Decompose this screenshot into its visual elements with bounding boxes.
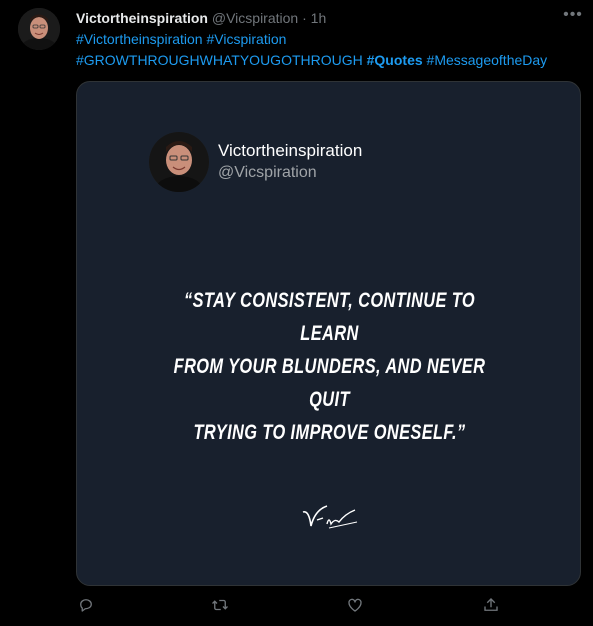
card-avatar <box>149 132 209 192</box>
share-icon[interactable] <box>482 596 502 616</box>
hashtag-link[interactable]: #MessageoftheDay <box>427 52 548 68</box>
author-handle[interactable]: @Vicspiration <box>212 10 298 26</box>
hashtag-link[interactable]: #GROWTHROUGHWHATYOUGOTHROUGH <box>76 52 363 68</box>
card-handle: @Vicspiration <box>218 164 317 181</box>
tweet-image[interactable]: Victortheinspiration @Vicspiration “STAY… <box>76 81 581 586</box>
quote-text: “STAY CONSISTENT, CONTINUE TO LEARN FROM… <box>164 284 496 449</box>
quote-line: TRYING TO IMPROVE ONESELF.” <box>193 421 466 444</box>
tweet[interactable]: Victortheinspiration @Vicspiration · 1h … <box>0 0 593 626</box>
quote-line: “STAY CONSISTENT, CONTINUE TO LEARN <box>183 289 476 345</box>
author-avatar[interactable] <box>18 8 60 50</box>
tweet-header: Victortheinspiration @Vicspiration · 1h <box>76 9 326 27</box>
author-name[interactable]: Victortheinspiration <box>76 10 208 26</box>
timestamp[interactable]: 1h <box>311 10 327 26</box>
signature <box>299 500 363 534</box>
hashtag-link[interactable]: #Victortheinspiration <box>76 31 203 47</box>
tweet-actions <box>0 596 593 622</box>
more-options-icon[interactable]: ••• <box>562 6 584 28</box>
reply-icon[interactable] <box>77 596 97 616</box>
quote-line: FROM YOUR BLUNDERS, AND NEVER QUIT <box>173 355 486 411</box>
separator: · <box>302 10 307 26</box>
retweet-icon[interactable] <box>211 596 231 616</box>
hashtag-link[interactable]: #Quotes <box>367 52 423 68</box>
card-name: Victortheinspiration <box>218 141 363 160</box>
tweet-text: #Victortheinspiration #Vicspiration #GRO… <box>76 29 547 71</box>
like-icon[interactable] <box>346 596 366 616</box>
hashtag-link[interactable]: #Vicspiration <box>207 31 287 47</box>
